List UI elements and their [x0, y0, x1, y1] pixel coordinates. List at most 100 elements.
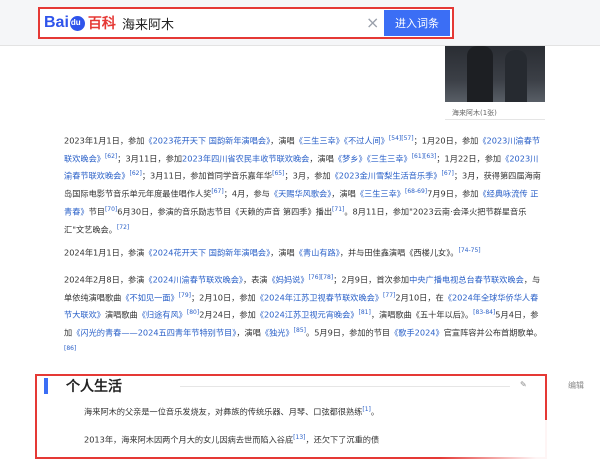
entry-link[interactable]: 《2024江苏卫视元宵晚会》: [256, 310, 359, 320]
entry-link[interactable]: 《独光》: [261, 328, 294, 338]
citation-ref[interactable]: [79]: [179, 292, 191, 299]
share-icon[interactable]: ✎: [520, 380, 527, 389]
text-run: ；3月11日，参加首同学音乐嘉年华: [141, 171, 273, 182]
text-run: ，演唱: [270, 135, 295, 146]
text-run: 2024年1月1日，参演: [64, 247, 145, 258]
text-run: ，表演: [243, 274, 268, 285]
citation-ref[interactable]: [63]: [424, 153, 436, 160]
entry-link[interactable]: 《2024年江苏卫视春节联欢晚会》: [256, 292, 383, 302]
baidu-baike-logo[interactable]: Bai 百科: [44, 13, 116, 33]
citation-ref[interactable]: [70]: [105, 206, 117, 213]
text-run: 2023年1月1日，参加: [64, 135, 145, 146]
infobox-photo[interactable]: [445, 46, 545, 102]
divider: [445, 119, 545, 120]
top-header: Bai 百科 × 进入词条: [0, 0, 600, 46]
citation-ref[interactable]: [77]: [383, 292, 395, 299]
section-title: 个人生活: [66, 379, 122, 395]
entry-link[interactable]: 《2024年: [444, 292, 481, 302]
text-run: ，演唱: [309, 153, 334, 164]
entry-link[interactable]: 中央广播电视总台春节联欢晚会: [409, 275, 524, 285]
citation-ref[interactable]: [76]: [309, 274, 321, 281]
citation-ref[interactable]: [62]: [105, 153, 117, 160]
citation-ref[interactable]: [74-75]: [459, 247, 481, 254]
citation-ref[interactable]: [68-69]: [405, 188, 427, 195]
entry-link[interactable]: 《三生三幸》: [356, 189, 405, 199]
text-run: ；4月，参与: [223, 188, 270, 199]
search-box: Bai 百科 × 进入词条: [38, 7, 454, 39]
citation-ref[interactable]: [67]: [442, 170, 454, 177]
section-marker: [44, 378, 48, 394]
text-run: ，还欠下了沉重的债: [305, 434, 380, 445]
edit-link[interactable]: 编辑: [568, 380, 584, 391]
enter-entry-button[interactable]: 进入词条: [384, 10, 450, 36]
career-paragraph-2024a: 2024年1月1日，参演《2024花开天下 国韵新年演唱会》，演唱《青山有路》，…: [64, 243, 542, 261]
logo-baike-text: 百科: [87, 16, 116, 32]
citation-ref[interactable]: [57]: [401, 135, 413, 142]
search-input[interactable]: [122, 13, 402, 33]
citation-ref[interactable]: [80]: [187, 309, 199, 316]
entry-link[interactable]: 《天赐华风歌会》: [270, 189, 331, 199]
citation-ref[interactable]: [86]: [64, 345, 76, 352]
citation-ref[interactable]: [72]: [117, 224, 129, 231]
entry-link[interactable]: 《不过人间》: [344, 136, 389, 146]
text-run: 演唱歌曲: [104, 310, 138, 321]
entry-link[interactable]: 《2023花开天下 国韵新年演唱会》: [144, 136, 270, 146]
citation-ref[interactable]: [62]: [130, 170, 142, 177]
text-run: 7月9日，参加: [427, 188, 479, 199]
entry-link[interactable]: 《不如见一面》: [121, 292, 178, 302]
text-run: 6月30日，参演的音乐励志节目《天赖的声音 第四季》播出: [117, 206, 333, 217]
entry-link[interactable]: 《2023金川雪梨生活音乐季》: [331, 171, 442, 181]
personal-paragraph-1: 海来阿木的父亲是一位音乐发烧友，对彝族的传统乐器、月琴、口弦都很熟练[1]。: [84, 402, 544, 420]
citation-ref[interactable]: [78]: [321, 274, 333, 281]
text-run: 。5月9日，参加的节目: [306, 327, 391, 338]
entry-link[interactable]: 2023年四川省农民丰收节联欢晚会: [182, 153, 309, 163]
text-run: ，演唱: [331, 188, 356, 199]
clear-icon[interactable]: ×: [366, 13, 379, 33]
entry-link[interactable]: 《梦乡》: [334, 153, 367, 163]
citation-ref[interactable]: [13]: [293, 434, 305, 441]
entry-link[interactable]: 《2024花开天下 国韵新年演唱会》: [144, 248, 270, 258]
citation-ref[interactable]: [81]: [358, 309, 370, 316]
entry-link[interactable]: 《三生三幸》: [367, 153, 412, 163]
photo-figure: [505, 50, 527, 102]
logo-bai-text: Bai: [44, 14, 69, 31]
text-run: 节目: [88, 206, 105, 217]
career-paragraph-2024b: 2024年2月8日，参演《2024川渝春节联欢晚会》，表演《妈妈说》[76][7…: [64, 270, 542, 359]
text-run: ，演唱: [236, 327, 261, 338]
text-run: ；3月，参加: [284, 171, 331, 182]
text-run: 海来阿木的父亲是一位音乐发烧友，对彝族的传统乐器、月琴、口弦都很熟练: [84, 406, 363, 417]
citation-ref[interactable]: [54]: [389, 135, 401, 142]
entry-link[interactable]: 《妈妈说》: [268, 275, 309, 285]
text-run: 2013年，海来阿木因两个月大的女儿因病去世而陷入谷底: [84, 434, 294, 445]
personal-paragraph-2: 2013年，海来阿木因两个月大的女儿因病去世而陷入谷底[13]，还欠下了沉重的债: [84, 430, 544, 448]
text-run: 2月10日，在: [395, 292, 444, 303]
citation-ref[interactable]: [71]: [332, 206, 344, 213]
text-run: 《五十年以后》。: [411, 310, 474, 321]
photo-figure: [467, 46, 493, 102]
text-run: ；3月11日，参加: [117, 153, 183, 164]
citation-ref[interactable]: [61]: [412, 153, 424, 160]
text-run: ；2月10日，参加: [190, 292, 256, 303]
divider: [180, 386, 510, 387]
infobox-caption[interactable]: 海来阿木(1张): [452, 108, 497, 118]
entry-link[interactable]: 《闪光的青春——2024五四青年节特别节目》: [72, 328, 236, 338]
entry-link[interactable]: 《2024川渝春节联欢晚会》: [144, 275, 243, 285]
citation-ref[interactable]: [1]: [362, 406, 371, 413]
paw-icon: [69, 15, 85, 31]
text-run: ；1月22日，参加: [436, 153, 502, 164]
text-run: 官宣阵容并公布首期歌单。: [443, 327, 542, 338]
career-paragraph-2023: 2023年1月1日，参加《2023花开天下 国韵新年演唱会》，演唱《三生三幸》《…: [64, 131, 542, 237]
text-run: 2月24日，参加: [199, 310, 256, 321]
entry-link[interactable]: 《青山有路》: [295, 248, 340, 258]
citation-ref[interactable]: [83-84]: [473, 309, 495, 316]
text-run: ，演唱: [270, 247, 295, 258]
text-run: ，演唱歌曲: [370, 310, 412, 321]
entry-link[interactable]: 《三生三幸》: [295, 136, 344, 146]
entry-link[interactable]: 《归途有风》: [138, 310, 187, 320]
entry-link[interactable]: 《歌手2024》: [390, 328, 444, 338]
citation-ref[interactable]: [67]: [211, 188, 223, 195]
citation-ref[interactable]: [85]: [294, 327, 306, 334]
text-run: 2024年2月8日，参演: [64, 274, 145, 285]
citation-ref[interactable]: [65]: [272, 170, 284, 177]
text-run: 。: [370, 406, 380, 417]
